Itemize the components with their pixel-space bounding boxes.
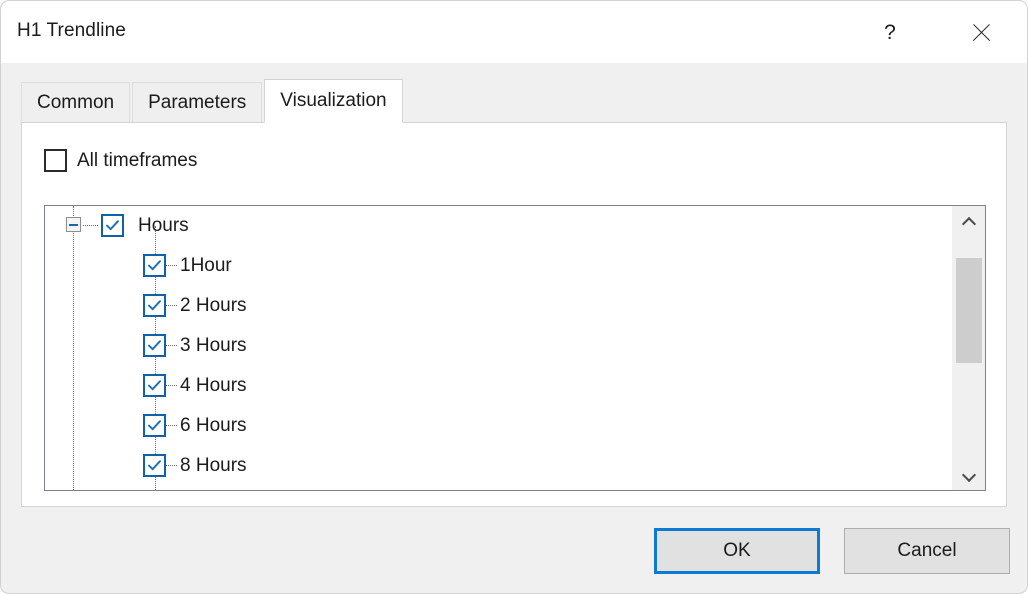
close-button[interactable] bbox=[950, 1, 1012, 63]
tab-common-label: Common bbox=[37, 91, 115, 113]
tab-visualization[interactable]: Visualization bbox=[264, 79, 403, 123]
tree-label-2hours: 2 Hours bbox=[180, 295, 247, 316]
cancel-button[interactable]: Cancel bbox=[844, 528, 1010, 574]
chevron-down-icon bbox=[963, 468, 974, 479]
help-button[interactable]: ? bbox=[859, 1, 921, 63]
tree-checkbox-hours[interactable] bbox=[101, 214, 124, 237]
tree-row[interactable]: 8 Hours bbox=[45, 446, 953, 486]
ok-button-label: OK bbox=[723, 540, 751, 561]
tab-parameters[interactable]: Parameters bbox=[132, 82, 263, 122]
scroll-up-button[interactable] bbox=[952, 206, 985, 239]
question-mark-icon: ? bbox=[884, 20, 896, 44]
tree-checkbox-6hours[interactable] bbox=[143, 414, 166, 437]
tree-checkbox-8hours[interactable] bbox=[143, 454, 166, 477]
window-title: H1 Trendline bbox=[17, 20, 126, 41]
all-timeframes-checkbox-row[interactable]: All timeframes bbox=[44, 149, 197, 172]
tab-strip: Common Parameters Visualization bbox=[21, 79, 405, 123]
tree-label-hours: Hours bbox=[138, 215, 189, 236]
tree-row[interactable]: Hours bbox=[45, 206, 953, 246]
cancel-button-label: Cancel bbox=[897, 540, 957, 561]
collapse-minus-icon[interactable] bbox=[66, 217, 81, 232]
checkmark-icon bbox=[148, 260, 161, 271]
tree-row[interactable]: 3 Hours bbox=[45, 326, 953, 366]
tab-visualization-label: Visualization bbox=[280, 90, 387, 111]
tree-checkbox-1hour[interactable] bbox=[143, 254, 166, 277]
tree-checkbox-2hours[interactable] bbox=[143, 294, 166, 317]
checkmark-icon bbox=[148, 300, 161, 311]
close-icon bbox=[970, 21, 993, 44]
tree-row[interactable]: 6 Hours bbox=[45, 406, 953, 446]
tree-label-1hour: 1Hour bbox=[180, 255, 232, 276]
tab-panel-visualization: All timeframes Hours 1Hour 2 Hours 3 Hou… bbox=[21, 122, 1007, 507]
tree-label-8hours: 8 Hours bbox=[180, 455, 247, 476]
title-bar: H1 Trendline ? bbox=[1, 1, 1027, 63]
tree-row[interactable]: 4 Hours bbox=[45, 366, 953, 406]
ok-button[interactable]: OK bbox=[654, 528, 820, 574]
all-timeframes-label: All timeframes bbox=[77, 149, 198, 171]
tree-label-4hours: 4 Hours bbox=[180, 375, 247, 396]
checkmark-icon bbox=[148, 420, 161, 431]
tree-row[interactable]: 2 Hours bbox=[45, 286, 953, 326]
dialog-window: H1 Trendline ? Common Parameters Visuali… bbox=[0, 0, 1028, 594]
tree-rows: Hours 1Hour 2 Hours 3 Hours 4 Hours 6 Ho… bbox=[45, 206, 953, 490]
tree-label-6hours: 6 Hours bbox=[180, 415, 247, 436]
tab-parameters-label: Parameters bbox=[148, 91, 247, 113]
checkmark-icon bbox=[148, 340, 161, 351]
scroll-down-button[interactable] bbox=[952, 457, 985, 490]
chevron-up-icon bbox=[963, 217, 974, 228]
tree-vertical-scrollbar[interactable] bbox=[951, 206, 985, 490]
tree-checkbox-4hours[interactable] bbox=[143, 374, 166, 397]
tree-checkbox-3hours[interactable] bbox=[143, 334, 166, 357]
tree-connector bbox=[83, 225, 98, 227]
checkmark-icon bbox=[106, 220, 119, 231]
timeframes-tree-view[interactable]: Hours 1Hour 2 Hours 3 Hours 4 Hours 6 Ho… bbox=[44, 205, 986, 491]
checkmark-icon bbox=[148, 380, 161, 391]
checkmark-icon bbox=[148, 460, 161, 471]
tree-row[interactable]: 1Hour bbox=[45, 246, 953, 286]
all-timeframes-checkbox[interactable] bbox=[44, 149, 67, 172]
tab-common[interactable]: Common bbox=[21, 82, 131, 122]
tree-label-3hours: 3 Hours bbox=[180, 335, 247, 356]
scrollbar-thumb[interactable] bbox=[956, 258, 982, 363]
